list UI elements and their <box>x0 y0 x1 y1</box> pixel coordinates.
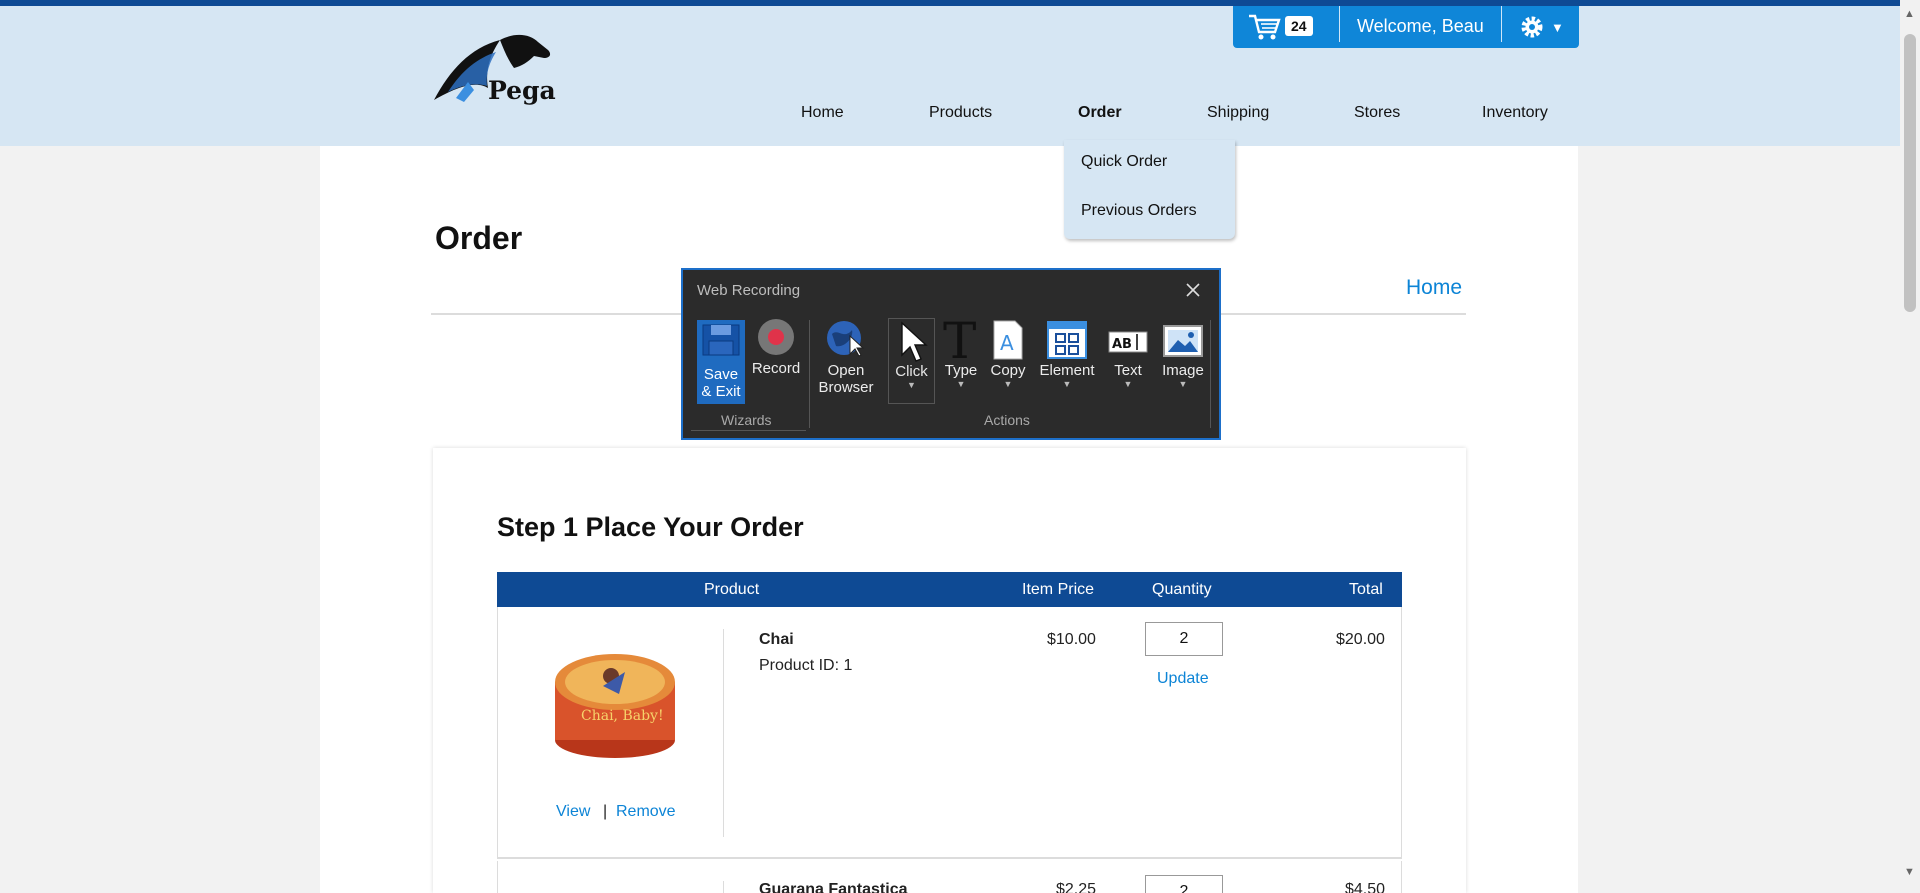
user-bar-divider <box>1339 6 1340 42</box>
svg-text:A: A <box>1000 331 1014 355</box>
record-icon <box>758 319 794 355</box>
brand-name: Pega <box>488 76 556 105</box>
svg-text:T: T <box>943 318 976 362</box>
nav-stores[interactable]: Stores <box>1354 104 1400 122</box>
chevron-down-icon: ▼ <box>1062 379 1072 389</box>
remove-link[interactable]: Remove <box>616 803 676 821</box>
svg-text:AB: AB <box>1112 337 1132 352</box>
group-underline <box>691 430 806 431</box>
site-header <box>0 6 1900 146</box>
globe-cursor-icon <box>827 321 865 357</box>
copy-button[interactable]: A Copy ▼ <box>985 318 1031 389</box>
welcome-text[interactable]: Welcome, Beau <box>1357 16 1484 37</box>
row-total: $4.50 <box>1345 881 1386 893</box>
header-item-price: Item Price <box>1022 581 1095 598</box>
header-product: Product <box>704 581 760 598</box>
table-row: Chai, Baby! View | Remove Chai Product I… <box>497 607 1402 859</box>
cart-count-badge[interactable]: 24 <box>1285 16 1313 36</box>
item-price: $2.25 <box>1056 881 1097 893</box>
open-browser-button[interactable]: Open Browser <box>815 318 877 396</box>
chevron-down-icon: ▼ <box>907 380 916 390</box>
type-button[interactable]: T Type ▼ <box>938 318 984 389</box>
step-title: Step 1 Place Your Order <box>497 512 804 542</box>
chevron-down-icon: ▼ <box>1123 379 1133 389</box>
menu-item-quick-order[interactable]: Quick Order <box>1081 153 1167 171</box>
chevron-down-icon[interactable]: ▼ <box>1551 20 1564 35</box>
menu-item-previous-orders[interactable]: Previous Orders <box>1081 202 1197 220</box>
product-id: Product ID: 1 <box>759 657 853 674</box>
toolbar-divider <box>1210 320 1211 428</box>
chevron-down-icon: ▼ <box>956 379 966 389</box>
floppy-disk-icon <box>702 324 740 356</box>
record-button[interactable]: Record <box>749 318 803 377</box>
product-name: Guarana Fantastica <box>759 881 908 893</box>
save-exit-button[interactable]: Save & Exit <box>697 320 745 404</box>
table-header: Product Item Price Quantity Total <box>497 572 1402 607</box>
chevron-up-icon[interactable]: ▲ <box>1904 8 1915 20</box>
text-button[interactable]: AB Text ▼ <box>1103 318 1153 389</box>
copy-icon: A <box>993 320 1023 360</box>
page-title: Order <box>435 220 523 256</box>
svg-text:Chai, Baby!: Chai, Baby! <box>581 708 664 724</box>
page-scrollbar[interactable]: ▲ ▼ <box>1900 0 1920 893</box>
type-label: Type <box>944 362 978 379</box>
quantity-input[interactable]: 2 <box>1145 875 1223 893</box>
group-label-actions: Actions <box>984 412 1030 428</box>
nav-products[interactable]: Products <box>929 104 992 122</box>
row-total: $20.00 <box>1336 631 1385 648</box>
gear-icon[interactable] <box>1519 14 1545 40</box>
save-exit-label-1: Save <box>703 366 739 383</box>
user-bar-divider <box>1501 6 1502 42</box>
chevron-down-icon[interactable]: ▼ <box>1904 866 1915 878</box>
scrollbar-thumb[interactable] <box>1904 34 1916 312</box>
item-price: $10.00 <box>1047 631 1096 648</box>
table-row: Guarana Fantastica $2.25 2 $4.50 <box>497 861 1402 893</box>
header-quantity: Quantity <box>1152 581 1212 598</box>
element-button[interactable]: Element ▼ <box>1033 318 1101 389</box>
web-recording-toolbar: Web Recording Save & Exit Record Open Br… <box>681 268 1221 440</box>
element-icon <box>1047 321 1087 359</box>
close-icon[interactable] <box>1183 280 1203 300</box>
breadcrumb-home-link[interactable]: Home <box>1406 276 1462 300</box>
record-label: Record <box>751 360 801 377</box>
nav-order[interactable]: Order <box>1078 104 1122 122</box>
copy-label: Copy <box>990 362 1026 379</box>
column-divider <box>723 881 724 893</box>
link-separator: | <box>603 803 608 820</box>
update-link[interactable]: Update <box>1157 670 1209 688</box>
nav-inventory[interactable]: Inventory <box>1482 104 1548 122</box>
image-button[interactable]: Image ▼ <box>1155 318 1211 389</box>
save-exit-label-2: & Exit <box>701 383 741 400</box>
chevron-down-icon: ▼ <box>1003 379 1013 389</box>
order-dropdown-menu: Quick Order Previous Orders <box>1064 140 1235 239</box>
nav-home[interactable]: Home <box>801 104 844 122</box>
toolbar-title: Web Recording <box>697 282 801 299</box>
open-browser-label-2: Browser <box>818 379 874 396</box>
text-field-icon: AB <box>1108 331 1148 353</box>
header-total: Total <box>1349 581 1383 598</box>
cart-icon[interactable] <box>1247 12 1281 42</box>
toolbar-divider <box>809 320 810 428</box>
element-label: Element <box>1039 362 1095 379</box>
click-label: Click <box>895 363 928 380</box>
image-label: Image <box>1162 362 1204 379</box>
cursor-icon <box>900 321 928 362</box>
group-label-wizards: Wizards <box>721 412 772 428</box>
image-icon <box>1163 325 1203 357</box>
quantity-input[interactable]: 2 <box>1145 622 1223 656</box>
open-browser-label-1: Open <box>827 362 865 379</box>
nav-shipping[interactable]: Shipping <box>1207 104 1269 122</box>
chevron-down-icon: ▼ <box>1178 379 1188 389</box>
column-divider <box>723 629 724 837</box>
type-icon: T <box>943 318 976 362</box>
user-bar: 24 Welcome, Beau ▼ <box>1233 6 1579 48</box>
product-name: Chai <box>759 631 794 648</box>
text-label: Text <box>1114 362 1142 379</box>
view-link[interactable]: View <box>556 803 590 821</box>
chai-product-image[interactable]: Chai, Baby! <box>553 642 678 762</box>
click-button[interactable]: Click ▼ <box>888 318 935 404</box>
